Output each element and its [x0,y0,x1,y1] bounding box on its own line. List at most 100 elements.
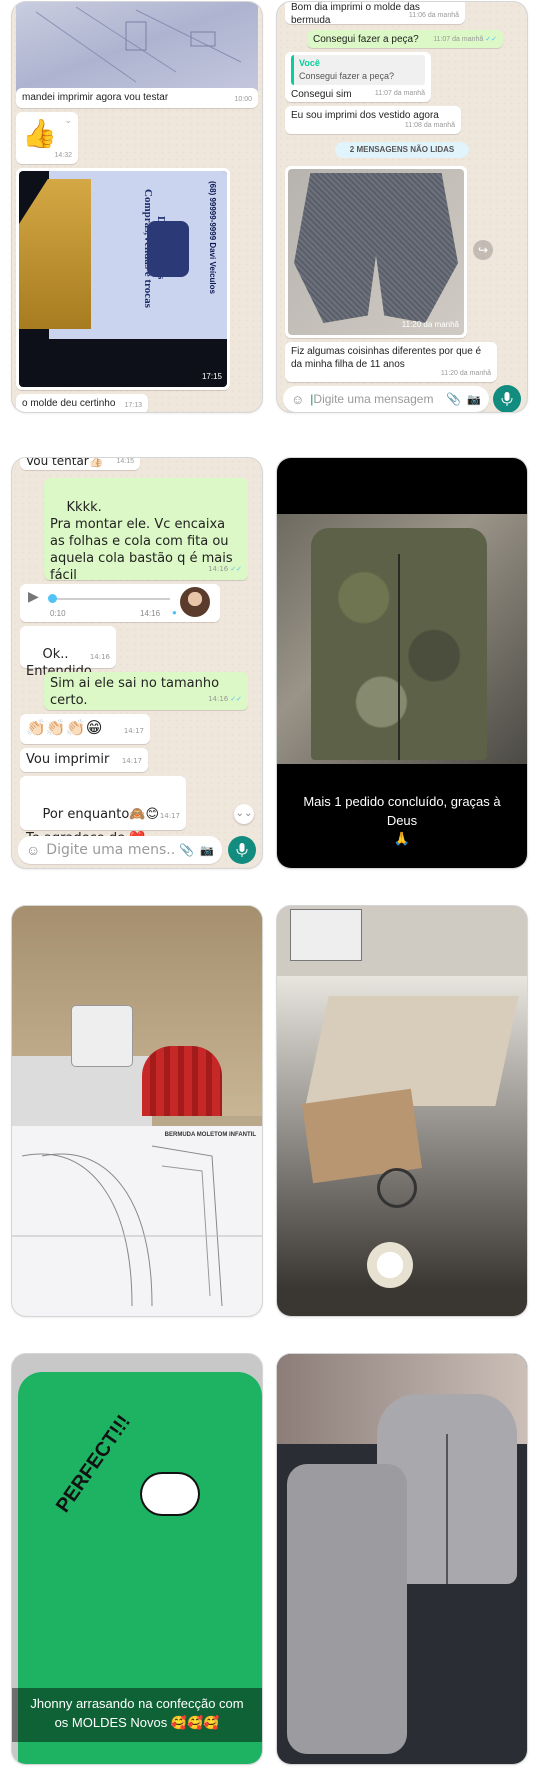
praying-emoji: 🙏 [393,832,411,847]
chevron-down-icon[interactable]: ⌄ [64,114,72,127]
avatar[interactable] [180,587,210,617]
caption-text: mandei imprimir agora vou testar [22,92,169,103]
attach-icon[interactable]: 📎 [446,392,461,406]
timestamp: 14:16 [89,653,110,661]
unread-divider: 2 MENSAGENS NÃO LIDAS [335,142,469,158]
car-logo [147,221,189,277]
mic-button[interactable] [228,836,256,864]
timestamp: 11:06 da manhã [408,12,459,19]
chat-screenshot-1: mandei imprimir agora vou testar 10:00 👍… [12,2,262,412]
timestamp: 11:08 da manhã [404,122,455,129]
scroll-down-button[interactable]: ⌄⌄ [234,804,254,824]
input-placeholder: Digite uma mens... [46,842,176,858]
timestamp: 14:17 [121,757,142,765]
image-bubble[interactable]: 11:20 da manhã [285,166,467,338]
camera-icon[interactable]: 📷 [200,844,214,857]
incoming-message: Fiz algumas coisinhas diferentes por que… [285,342,497,382]
incoming-message: 👏🏻👏🏻👏🏻😁 14:17 [20,714,150,744]
reply-message: Você Consegui fazer a peça? Consegui sim… [285,52,431,102]
audio-progress-knob[interactable] [48,594,58,603]
timestamp: 11:07 da manhã [433,36,484,43]
jacket-photo[interactable] [277,514,527,764]
thumbs-up-emoji: 👍 [22,117,57,150]
message-text: Consegui fazer a peça? [313,34,419,45]
photo-sewing-machine[interactable]: BERMUDA MOLETOM INFANTIL [12,906,262,1316]
audio-message: ▶ 0:10 14:16 ● [20,584,220,622]
timestamp-wrap: 14:16 ✓✓ [208,561,242,578]
shorts-garment [294,173,458,323]
incoming-message: Vou imprimir 14:17 [20,748,148,772]
incoming-message: Por enquanto🙈😊 Te agradeço de ❤️ 14:17 [20,776,186,846]
incoming-message: Bom dia imprimi o molde das bermuda 11:0… [285,2,465,26]
message-input[interactable]: ☺ | Digite uma mensagem 📎 📷 [283,386,489,412]
timestamp: 11:20 da manhã [440,370,491,377]
sewing-machine [72,1006,132,1066]
timestamp-wrap: 14:16 ✓✓ [208,691,242,708]
camera-icon[interactable]: 📷 [467,393,481,406]
incoming-message: Ok.. Entendido 14:16 [20,626,116,679]
quoted-message[interactable]: Você Consegui fazer a peça? [291,55,425,85]
quote-text: Consegui fazer a peça? [299,71,395,81]
message-input[interactable]: ☺ Digite uma mens... 📎 📷 [18,836,222,864]
timestamp: 10:00 [234,96,252,103]
timestamp: 14:16 [208,565,229,573]
timestamp: 14:16 [140,609,161,618]
caption-bubble: o molde deu certinho 17:13 [16,394,148,412]
chat-screenshot-3: Vou tentar👍🏻 14:15 Kkkk. Pra montar ele.… [12,458,262,868]
message-text: Sim ai ele sai no tamanho certo. [50,676,220,708]
double-check-icon: ✓✓ [230,695,242,703]
double-check-icon: ✓✓ [230,565,242,573]
chat-screenshot-2: Bom dia imprimi o molde das bermuda 11:0… [277,2,527,412]
photo-cutting-table[interactable] [277,906,527,1316]
story-caption: Jhonny arrasando na confecção com os MOL… [30,1696,244,1730]
incoming-message: Eu sou imprimi dos vestido agora 11:08 d… [285,106,461,134]
red-chair [142,1046,222,1116]
scissors [377,1168,417,1208]
pattern-header: BERMUDA MOLETOM INFANTIL [164,1132,256,1138]
pattern-paper: BERMUDA MOLETOM INFANTIL [12,1126,262,1316]
pattern-drawing [12,1145,262,1307]
mic-icon [236,843,248,857]
timestamp: 11:20 da manhã [401,320,459,329]
timestamp: 14:17 [159,812,180,820]
attach-icon[interactable]: 📎 [179,843,194,857]
double-check-icon: ✓✓ [485,36,497,43]
tshirt-sleeve [19,179,91,329]
emoji-icon[interactable]: ☺ [26,842,40,858]
outgoing-message: Kkkk. Pra montar ele. Vc encaixa as folh… [44,478,248,583]
timestamp-wrap: 11:07 da manhã ✓✓ [433,33,497,46]
message-text: 👏🏻👏🏻👏🏻😁 [26,718,103,737]
caption-text: Mais 1 pedido concluído, graças à Deus [303,794,501,828]
timestamp: 11:07 da manhã [374,90,425,97]
audio-track[interactable] [50,598,170,600]
image-bubble[interactable]: Davi Veículos Compras,Vendas e trocas (6… [16,168,230,390]
timestamp: 14:32 [54,152,72,159]
photo-grey-tracksuit[interactable] [277,1354,527,1764]
printer [291,910,361,960]
jacket-zipper [446,1434,448,1584]
sewing-table [12,1056,152,1126]
timestamp: 17:15 [201,372,222,381]
mic-small-icon: ● [172,608,177,617]
forward-icon[interactable]: ↪ [473,240,493,260]
emoji-icon[interactable]: ☺ [291,392,304,407]
quote-author: Você [299,58,320,68]
timestamp: 14:17 [123,727,144,735]
unread-label: 2 MENSAGENS NÃO LIDAS [349,145,455,154]
timestamp: 17:13 [124,402,142,409]
incoming-message: Vou tentar👍🏻 14:15 [20,458,140,470]
tshirt-photo: Davi Veículos Compras,Vendas e trocas (6… [19,171,227,387]
outgoing-message: Sim ai ele sai no tamanho certo. 14:16 ✓✓ [44,672,248,710]
mic-icon [501,392,513,406]
message-text: Bom dia imprimi o molde das bermuda [291,2,420,26]
paper-pieces [305,996,519,1106]
play-icon[interactable]: ▶ [28,589,39,603]
story-caption: Mais 1 pedido concluído, graças à Deus 🙏 [277,792,527,849]
audio-elapsed: 0:10 [50,609,66,618]
photo-green-sweatshirt[interactable]: PERFECT!!! Jhonny arrasando na confecção… [12,1354,262,1764]
message-text: Vou tentar👍🏻 [26,458,104,468]
mic-button[interactable] [493,385,521,412]
timestamp: 14:15 [116,458,134,465]
caption-text: o molde deu certinho [22,398,116,409]
jacket-zipper [398,554,400,760]
